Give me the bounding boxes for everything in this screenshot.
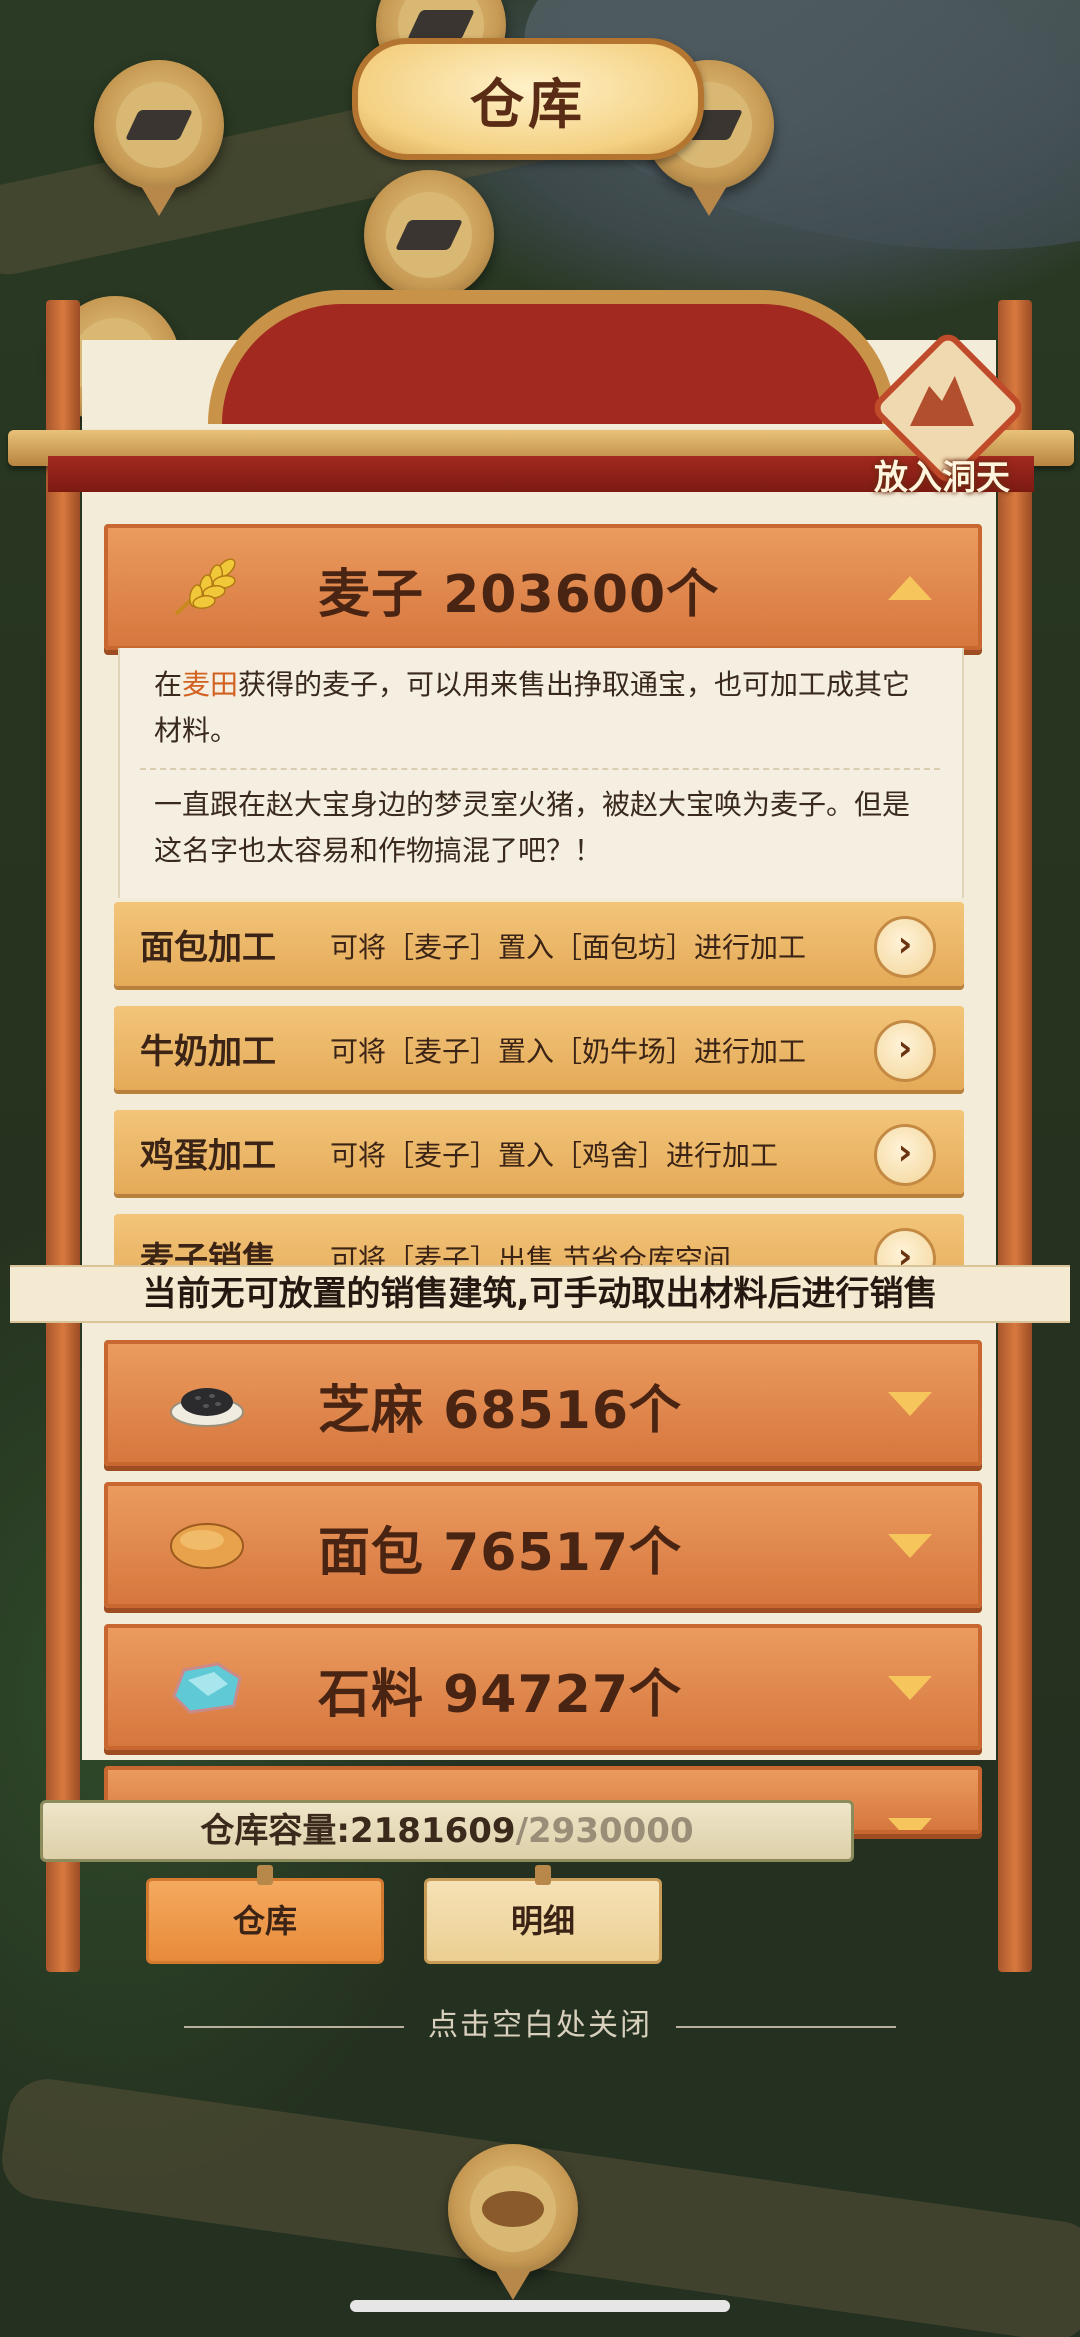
highlight-field-link[interactable]: 麦田 [182,668,238,701]
board-post-right [998,300,1032,1972]
category-header-stone[interactable]: 石料 94727个 [104,1624,982,1750]
tab-details[interactable]: 明细 [424,1865,662,1964]
board-post-left [46,300,80,1972]
capacity-max: /2930000 [515,1811,694,1851]
capacity-label: 仓库容量: [200,1811,350,1851]
tab-warehouse[interactable]: 仓库 [146,1865,384,1964]
map-pin-building[interactable] [364,170,494,300]
divider [184,2025,404,2028]
action-egg-processing[interactable]: 鸡蛋加工 可将［麦子］置入［鸡舍］进行加工 › [114,1110,964,1194]
action-bread-processing[interactable]: 面包加工 可将［麦子］置入［面包坊］进行加工 › [114,902,964,986]
expand-arrow-icon [888,1392,932,1416]
map-pin-building[interactable] [94,60,224,190]
divider [676,2025,896,2028]
chevron-right-icon[interactable]: › [874,1124,936,1186]
collapse-arrow-icon [888,576,932,600]
action-milk-processing[interactable]: 牛奶加工 可将［麦子］置入［奶牛场］进行加工 › [114,1006,964,1090]
tab-label: 仓库 [232,1902,297,1940]
close-hint[interactable]: 点击空白处关闭 [0,2000,1080,2044]
expand-arrow-icon [888,1676,932,1700]
action-name: 面包加工 [140,928,276,968]
map-pin-bread[interactable] [448,2144,578,2274]
item-description: 在麦田获得的麦子，可以用来售出挣取通宝，也可加工成其它材料。 一直跟在赵大宝身边… [118,648,964,898]
roof-arch [208,290,896,424]
category-title: 芝麻 68516个 [318,1381,683,1441]
tab-label: 明细 [510,1902,575,1940]
nail [257,1865,273,1885]
chevron-right-icon[interactable]: › [874,1020,936,1082]
bread-icon [170,1523,244,1569]
divider [140,768,940,770]
stone-icon [172,1662,242,1714]
category-title: 石料 94727个 [318,1665,683,1725]
nail [535,1865,551,1885]
category-title: 面包 76517个 [318,1523,683,1583]
panel-title: 仓库 [352,38,704,160]
category-header-wheat[interactable]: 麦子 203600个 [104,524,982,650]
action-desc: 可将［麦子］置入［面包坊］进行加工 [330,931,807,964]
category-header-sesame[interactable]: 芝麻 68516个 [104,1340,982,1466]
capacity-used: 2181609 [349,1811,516,1851]
category-header-bread[interactable]: 面包 76517个 [104,1482,982,1608]
home-indicator[interactable] [350,2300,730,2312]
action-desc: 可将［麦子］置入［奶牛场］进行加工 [330,1035,807,1068]
toast-message: 当前无可放置的销售建筑,可手动取出材料后进行销售 [10,1265,1070,1323]
put-in-label: 放入洞天 [874,458,1010,498]
action-name: 鸡蛋加工 [140,1136,276,1176]
category-title: 麦子 203600个 [318,565,720,625]
action-desc: 可将［麦子］置入［鸡舍］进行加工 [330,1139,779,1172]
capacity-bar: 仓库容量:2181609/2930000 [40,1800,854,1862]
expand-arrow-icon [888,1818,932,1830]
action-name: 牛奶加工 [140,1032,276,1072]
description-paragraph-1: 在麦田获得的麦子，可以用来售出挣取通宝，也可加工成其它材料。 [154,668,911,747]
expand-arrow-icon [888,1534,932,1558]
chevron-right-icon[interactable]: › [874,916,936,978]
put-in-dongtian-button[interactable]: 放入洞天 [862,328,1028,506]
wheat-icon [174,558,236,616]
close-hint-label: 点击空白处关闭 [428,2008,652,2043]
description-paragraph-2: 一直跟在赵大宝身边的梦灵室火猪，被赵大宝唤为麦子。但是这名字也太容易和作物搞混了… [154,788,911,867]
sesame-icon [170,1388,244,1427]
